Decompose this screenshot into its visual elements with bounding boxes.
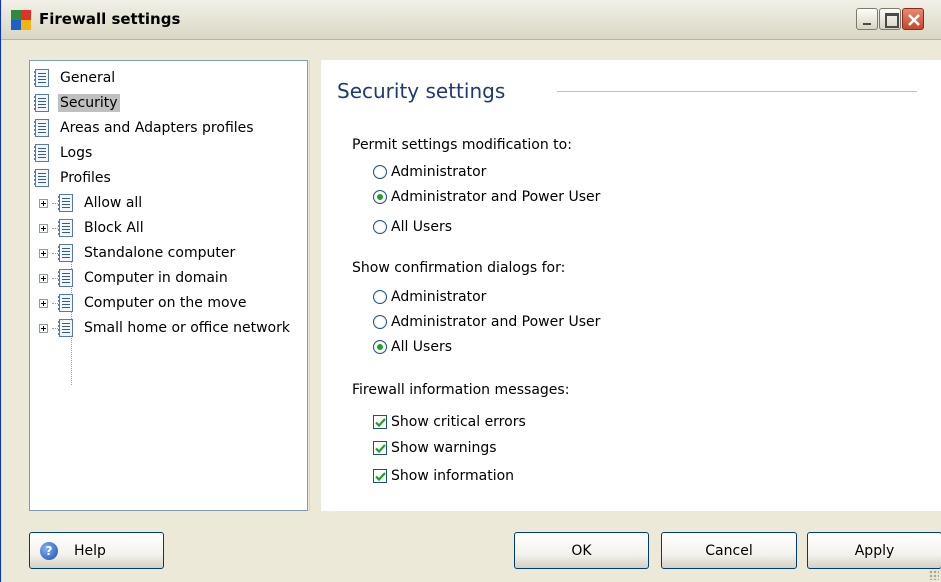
option-label: All Users: [391, 339, 453, 355]
tree-item-label: Computer on the move: [84, 295, 247, 311]
option-label: Administrator: [391, 164, 487, 180]
page-icon: [58, 268, 74, 288]
page-title: Security settings: [337, 79, 506, 103]
expand-icon[interactable]: [39, 248, 48, 258]
apply-button[interactable]: Apply: [807, 532, 941, 569]
tree-item-areas-adapters[interactable]: Areas and Adapters profiles: [34, 117, 256, 139]
radio-icon[interactable]: [373, 165, 387, 179]
page-icon: [34, 68, 50, 88]
show-warnings-checkbox[interactable]: Show warnings: [373, 438, 497, 458]
page-icon: [58, 293, 74, 313]
permit-administrator-radio[interactable]: Administrator: [373, 162, 486, 182]
confirm-group-label: Show confirmation dialogs for:: [352, 260, 566, 276]
tree-item-small-home-office[interactable]: Small home or office network: [39, 317, 292, 339]
page-icon: [34, 118, 50, 138]
permit-admin-power-user-radio[interactable]: Administrator and Power User: [373, 187, 600, 207]
tree-item-block-all[interactable]: Block All: [39, 217, 146, 239]
confirm-all-users-radio[interactable]: All Users: [373, 337, 452, 357]
window-title: Firewall settings: [39, 10, 181, 28]
option-label: Show critical errors: [391, 414, 526, 430]
tree-item-computer-in-domain[interactable]: Computer in domain: [39, 267, 230, 289]
close-button[interactable]: [902, 8, 924, 30]
expand-icon[interactable]: [39, 223, 48, 233]
ok-button-label: OK: [571, 542, 592, 559]
checkbox-checked-icon[interactable]: [373, 441, 387, 455]
page-icon: [58, 318, 74, 338]
radio-selected-icon[interactable]: [373, 190, 387, 204]
tree-item-standalone-computer[interactable]: Standalone computer: [39, 242, 237, 264]
tree-item-security[interactable]: Security: [34, 92, 120, 114]
radio-icon[interactable]: [373, 315, 387, 329]
tree-item-label: Security: [58, 94, 120, 112]
tree-item-general[interactable]: General: [34, 67, 117, 89]
tree-item-logs[interactable]: Logs: [34, 142, 94, 164]
expand-icon[interactable]: [39, 273, 48, 283]
show-critical-errors-checkbox[interactable]: Show critical errors: [373, 412, 526, 432]
pane-splitter[interactable]: [309, 60, 321, 511]
firewall-settings-window: Firewall settings General Security Areas…: [0, 0, 941, 582]
maximize-button[interactable]: [879, 8, 901, 30]
page-icon: [34, 143, 50, 163]
option-label: All Users: [391, 219, 453, 235]
permit-group-label: Permit settings modification to:: [352, 137, 572, 153]
option-label: Administrator: [391, 289, 487, 305]
option-label: Administrator and Power User: [391, 189, 601, 205]
page-icon: [34, 93, 50, 113]
tree-item-label: Areas and Adapters profiles: [60, 120, 254, 136]
ok-button[interactable]: OK: [514, 532, 649, 569]
tree-item-label: Logs: [60, 145, 93, 161]
tree-item-label: Standalone computer: [84, 245, 236, 261]
expand-icon[interactable]: [39, 323, 48, 333]
tree-item-profiles[interactable]: Profiles: [34, 167, 113, 189]
page-icon: [58, 218, 74, 238]
option-label: Show warnings: [391, 440, 497, 456]
tree-item-label: Computer in domain: [84, 270, 228, 286]
help-icon: ?: [40, 541, 58, 560]
tree-item-computer-on-the-move[interactable]: Computer on the move: [39, 292, 248, 314]
tree-item-label: Small home or office network: [84, 320, 290, 336]
cancel-button[interactable]: Cancel: [661, 532, 797, 569]
page-icon: [58, 193, 74, 213]
radio-icon[interactable]: [373, 290, 387, 304]
title-divider: [557, 91, 917, 92]
permit-all-users-radio[interactable]: All Users: [373, 217, 452, 237]
help-button[interactable]: ? Help: [29, 532, 164, 569]
confirm-admin-power-user-radio[interactable]: Administrator and Power User: [373, 312, 600, 332]
radio-icon[interactable]: [373, 220, 387, 234]
minimize-button[interactable]: [856, 8, 878, 30]
messages-group-label: Firewall information messages:: [352, 382, 570, 398]
option-label: Administrator and Power User: [391, 314, 601, 330]
close-icon: [908, 14, 920, 26]
navigation-tree[interactable]: General Security Areas and Adapters prof…: [29, 60, 308, 511]
help-button-label: Help: [74, 542, 106, 559]
radio-selected-icon[interactable]: [373, 340, 387, 354]
expand-icon[interactable]: [39, 298, 48, 308]
tree-item-label: Allow all: [84, 195, 143, 211]
show-information-checkbox[interactable]: Show information: [373, 466, 514, 486]
title-bar[interactable]: Firewall settings: [1, 0, 941, 40]
apply-button-label: Apply: [854, 542, 895, 559]
expand-icon[interactable]: [39, 198, 48, 208]
tree-item-allow-all[interactable]: Allow all: [39, 192, 144, 214]
content-pane: Security settings Permit settings modifi…: [321, 60, 941, 511]
checkbox-checked-icon[interactable]: [373, 415, 387, 429]
resize-grip-icon[interactable]: [929, 570, 939, 580]
avg-logo-icon: [11, 10, 31, 30]
page-icon: [58, 243, 74, 263]
option-label: Show information: [391, 468, 515, 484]
page-icon: [34, 168, 50, 188]
tree-item-label: Block All: [84, 220, 144, 236]
tree-item-label: Profiles: [60, 170, 111, 186]
tree-item-label: General: [60, 70, 116, 86]
checkbox-checked-icon[interactable]: [373, 469, 387, 483]
confirm-administrator-radio[interactable]: Administrator: [373, 287, 486, 307]
cancel-button-label: Cancel: [705, 542, 753, 559]
